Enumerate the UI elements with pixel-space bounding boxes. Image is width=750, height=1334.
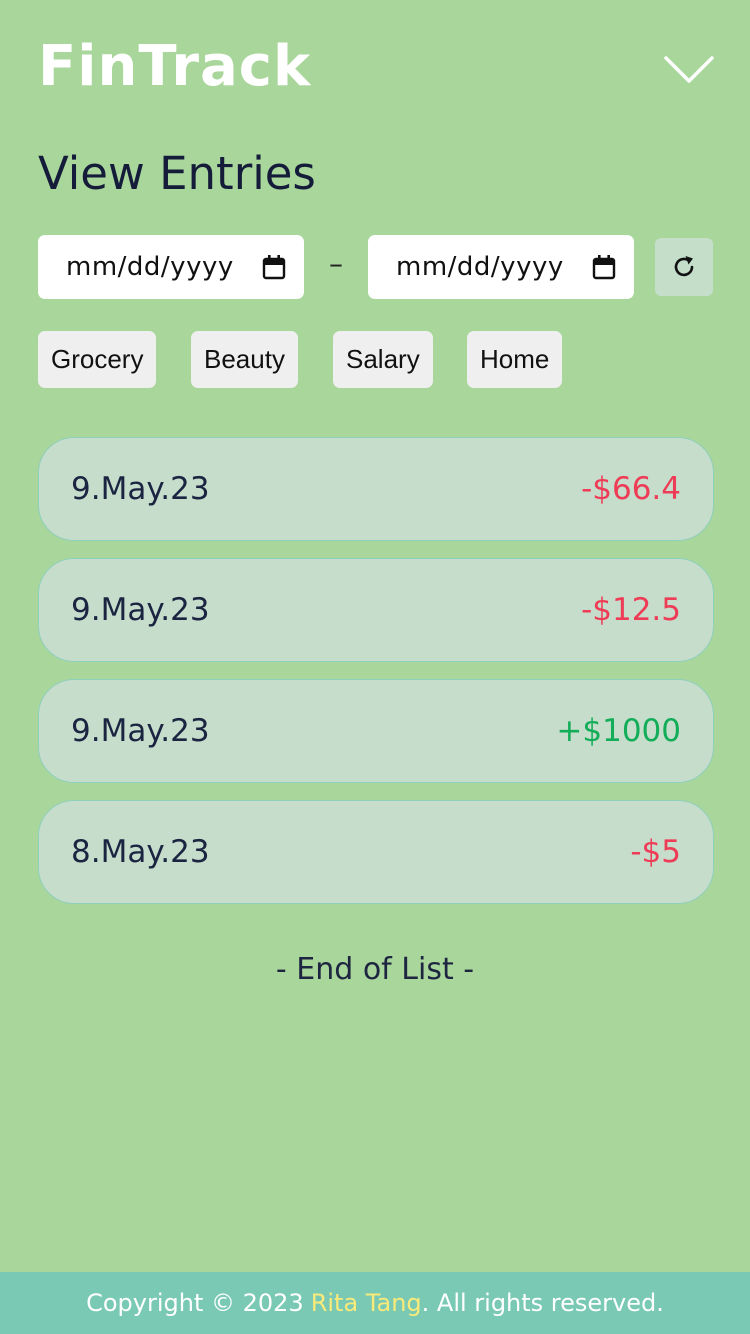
calendar-icon[interactable] <box>262 254 286 280</box>
menu-toggle-button[interactable] <box>664 52 714 86</box>
entry-row[interactable]: 9.May.23 -$66.4 <box>38 437 714 541</box>
footer: Copyright © 2023 Rita Tang . All rights … <box>0 1272 750 1334</box>
entry-date: 8.May.23 <box>71 834 210 870</box>
entry-amount: -$5 <box>630 834 681 870</box>
refresh-icon <box>674 256 694 277</box>
entry-row[interactable]: 9.May.23 -$12.5 <box>38 558 714 662</box>
date-range-filter: mm/dd/yyyy – mm/dd/yyyy <box>38 235 714 299</box>
entry-date: 9.May.23 <box>71 592 210 628</box>
entry-date: 9.May.23 <box>71 471 210 507</box>
entry-amount: -$66.4 <box>581 471 681 507</box>
end-of-list-label: - End of List - <box>275 952 475 987</box>
date-from-placeholder: mm/dd/yyyy <box>66 252 234 282</box>
app-logo[interactable]: FinTrack <box>38 32 311 102</box>
refresh-button[interactable] <box>655 238 713 296</box>
chevron-down-icon <box>664 56 714 83</box>
category-chip-grocery[interactable]: Grocery <box>38 331 157 388</box>
rights-text: . All rights reserved. <box>421 1289 664 1317</box>
calendar-icon[interactable] <box>592 254 616 280</box>
entry-row[interactable]: 9.May.23 +$1000 <box>38 679 714 783</box>
date-from-input[interactable]: mm/dd/yyyy <box>38 235 304 299</box>
category-chip-beauty[interactable]: Beauty <box>191 331 298 388</box>
category-chip-home[interactable]: Home <box>467 331 563 388</box>
category-chip-salary[interactable]: Salary <box>333 331 433 388</box>
app-header: FinTrack <box>38 30 714 110</box>
entry-row[interactable]: 8.May.23 -$5 <box>38 800 714 904</box>
date-to-input[interactable]: mm/dd/yyyy <box>368 235 634 299</box>
author-link[interactable]: Rita Tang <box>311 1289 422 1317</box>
copyright-text: Copyright © 2023 <box>86 1289 304 1317</box>
date-range-separator: – <box>329 247 343 280</box>
date-to-placeholder: mm/dd/yyyy <box>396 252 564 282</box>
entry-amount: +$1000 <box>556 713 681 749</box>
page-title: View Entries <box>38 147 316 200</box>
entry-amount: -$12.5 <box>581 592 681 628</box>
entry-date: 9.May.23 <box>71 713 210 749</box>
page: FinTrack View Entries mm/dd/yyyy – mm/dd… <box>0 0 750 1334</box>
